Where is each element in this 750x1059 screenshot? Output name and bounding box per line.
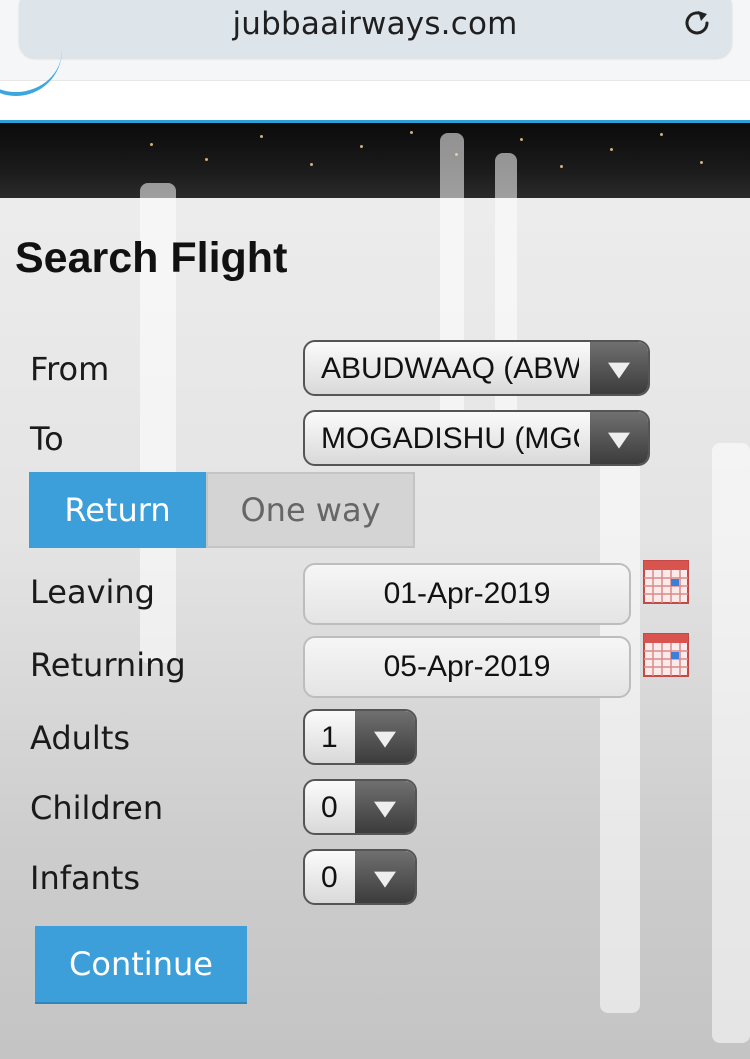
from-select[interactable]: ABUDWAAQ (ABW) xyxy=(303,340,650,396)
night-sky-band xyxy=(0,123,750,198)
returning-label: Returning xyxy=(30,646,186,684)
to-label: To xyxy=(30,420,64,458)
children-dropdown-button[interactable] xyxy=(355,781,415,833)
infants-dropdown-button[interactable] xyxy=(355,851,415,903)
chevron-down-icon xyxy=(374,871,396,888)
leaving-label: Leaving xyxy=(30,573,155,611)
site-header xyxy=(0,80,750,123)
page-title: Search Flight xyxy=(15,234,288,282)
chevron-down-icon xyxy=(608,362,630,379)
chevron-down-icon xyxy=(608,432,630,449)
children-label: Children xyxy=(30,789,164,827)
infants-label: Infants xyxy=(30,859,141,897)
children-select[interactable]: 0 xyxy=(303,779,417,835)
continue-button[interactable]: Continue xyxy=(35,926,247,1004)
adults-label: Adults xyxy=(30,719,131,757)
minaret-center-right xyxy=(495,153,517,453)
infants-select[interactable]: 0 xyxy=(303,849,417,905)
to-select[interactable]: MOGADISHU (MGQ) xyxy=(303,410,650,466)
chevron-down-icon xyxy=(374,801,396,818)
calendar-icon[interactable] xyxy=(643,631,689,677)
url-text[interactable]: jubbaairways.com xyxy=(0,6,750,42)
calendar-icon[interactable] xyxy=(643,558,689,604)
browser-toolbar: jubbaairways.com xyxy=(0,0,750,80)
adults-dropdown-button[interactable] xyxy=(355,711,415,763)
leaving-date-field[interactable]: 01-Apr-2019 xyxy=(303,563,631,625)
returning-date-field[interactable]: 05-Apr-2019 xyxy=(303,636,631,698)
from-label: From xyxy=(30,350,110,388)
to-dropdown-button[interactable] xyxy=(590,412,648,464)
to-value: MOGADISHU (MGQ) xyxy=(321,422,579,455)
from-dropdown-button[interactable] xyxy=(590,342,648,394)
reload-icon[interactable] xyxy=(680,6,714,40)
from-value: ABUDWAAQ (ABW) xyxy=(321,352,579,385)
minaret-right xyxy=(600,453,640,1013)
chevron-down-icon xyxy=(374,731,396,748)
adults-select[interactable]: 1 xyxy=(303,709,417,765)
return-tab[interactable]: Return xyxy=(29,472,206,548)
minaret-far-right xyxy=(712,443,750,1043)
one-way-tab[interactable]: One way xyxy=(206,472,415,548)
